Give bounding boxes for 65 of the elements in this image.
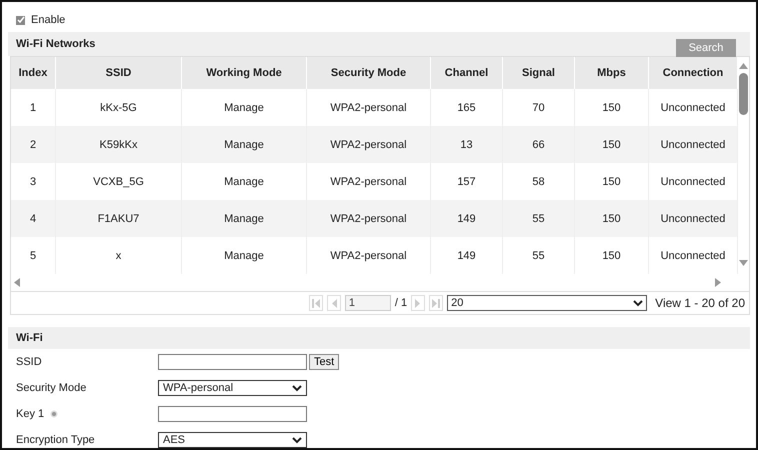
table-cell: Manage: [182, 126, 306, 163]
scroll-down-icon[interactable]: [739, 260, 748, 266]
first-page-icon: [312, 298, 320, 308]
table-cell: 150: [574, 126, 648, 163]
table-cell: 4: [11, 200, 56, 237]
section-title: Wi-Fi Networks: [16, 38, 96, 50]
field-label: SSID: [16, 356, 42, 368]
table-cell: x: [56, 237, 182, 274]
scroll-up-icon[interactable]: [739, 63, 748, 69]
table-cell: 149: [430, 237, 502, 274]
select-field[interactable]: AES: [158, 432, 307, 448]
table-cell: 150: [574, 200, 648, 237]
table-cell: 55: [502, 237, 574, 274]
dot-icon[interactable]: [50, 410, 58, 418]
field-label: Key 1: [16, 408, 44, 420]
table-cell: 2: [11, 126, 56, 163]
table-cell: Manage: [182, 237, 306, 274]
last-page-icon: [432, 298, 440, 308]
scroll-left-icon[interactable]: [14, 278, 20, 287]
table-cell: 150: [574, 237, 648, 274]
column-header: SSID: [56, 57, 182, 89]
table-cell: Unconnected: [648, 126, 738, 163]
page-size-select[interactable]: 20: [447, 295, 648, 311]
table-cell: F1AKU7: [56, 200, 182, 237]
first-page-button[interactable]: [308, 295, 323, 311]
table-cell: 55: [502, 200, 574, 237]
table-cell: 13: [430, 126, 502, 163]
table-cell: 149: [430, 200, 502, 237]
checkbox[interactable]: [16, 16, 25, 24]
column-header: Connection: [648, 57, 738, 89]
scroll-right-icon[interactable]: [715, 278, 721, 287]
chevron-down-icon: [292, 436, 302, 444]
table-cell: WPA2-personal: [306, 200, 430, 237]
column-header: Channel: [430, 57, 502, 89]
column-header: Working Mode: [182, 57, 306, 89]
table-cell: WPA2-personal: [306, 237, 430, 274]
section-header: Wi-Fi: [8, 327, 750, 349]
chevron-down-icon: [292, 384, 302, 392]
page-input[interactable]: 1: [344, 295, 391, 311]
table-cell: Unconnected: [648, 200, 738, 237]
page-summary: View 1 - 20 of 20: [655, 296, 745, 310]
previous-page-button[interactable]: [326, 295, 341, 311]
select-field[interactable]: WPA-personal: [158, 380, 307, 396]
table-cell: 66: [502, 126, 574, 163]
column-header: Mbps: [574, 57, 648, 89]
checkbox-label: Enable: [31, 14, 66, 26]
table-cell: 5: [11, 237, 56, 274]
chevron-down-icon: [633, 300, 644, 306]
field-label: Encryption Type: [16, 434, 95, 446]
next-page-icon: [414, 298, 422, 308]
scrollbar-thumb[interactable]: [739, 73, 748, 115]
previous-page-icon: [330, 298, 338, 308]
input-field[interactable]: [158, 354, 307, 370]
next-page-button[interactable]: [411, 295, 426, 311]
table-cell: Manage: [182, 200, 306, 237]
page-total: / 1: [394, 297, 408, 309]
column-header: Signal: [502, 57, 574, 89]
last-page-button[interactable]: [429, 295, 444, 311]
column-header: Security Mode: [306, 57, 430, 89]
field-label: Security Mode: [16, 382, 86, 394]
input-field[interactable]: [158, 406, 307, 422]
table-cell: WPA2-personal: [306, 126, 430, 163]
test-button[interactable]: Test: [309, 354, 340, 370]
column-header: Index: [11, 57, 56, 89]
table-cell: K59kKx: [56, 126, 182, 163]
